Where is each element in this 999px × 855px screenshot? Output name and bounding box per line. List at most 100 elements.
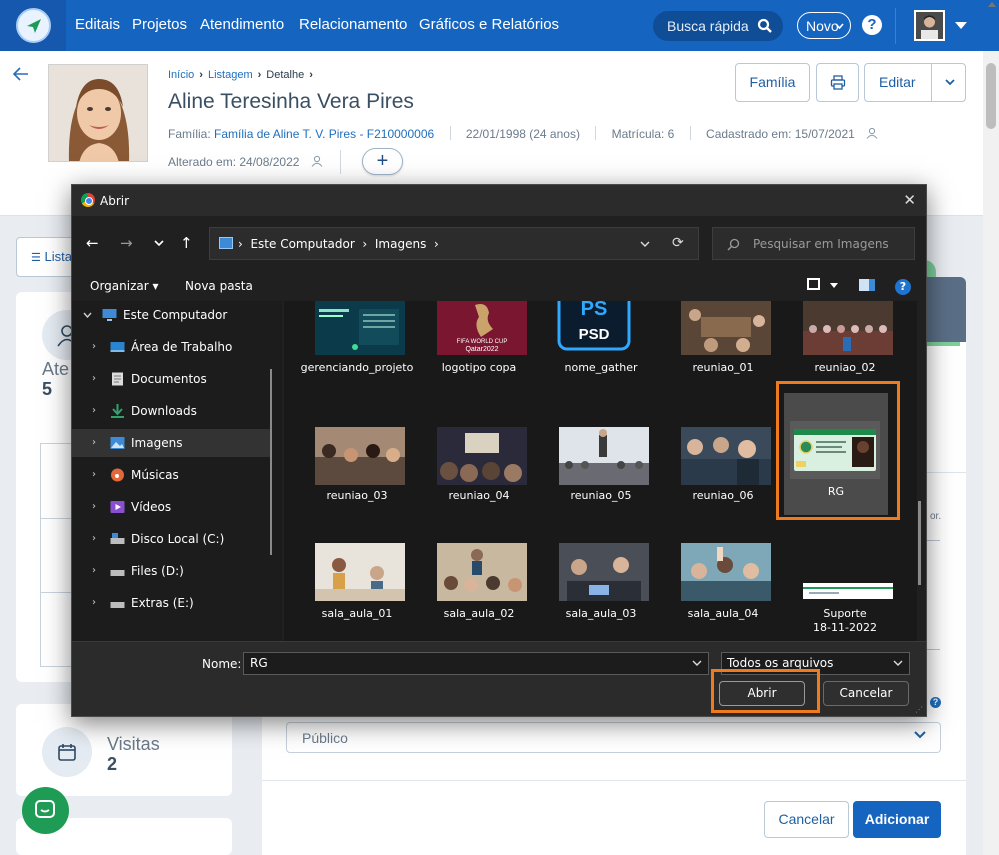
new-folder-button[interactable]: Nova pasta [185, 279, 253, 293]
tree-scrollbar[interactable] [270, 369, 272, 555]
preview-pane-icon[interactable] [859, 279, 875, 291]
file-tile[interactable]: sala_aula_03 [541, 539, 661, 641]
file-tile[interactable]: sala_aula_01 [297, 539, 417, 641]
user-menu-caret-icon[interactable] [955, 22, 967, 29]
path-segment-computer[interactable]: Este Computador [250, 237, 354, 251]
breadcrumb-inicio[interactable]: Início [168, 69, 194, 81]
user-avatar[interactable] [914, 10, 945, 41]
print-button[interactable] [816, 63, 859, 102]
up-arrow-icon[interactable]: ↑ [180, 234, 193, 252]
address-bar[interactable]: › Este Computador › Imagens › ⟳ [209, 227, 699, 260]
tree-item-imagens[interactable]: › Imagens [72, 429, 272, 457]
close-icon[interactable]: ✕ [903, 191, 916, 209]
file-tile[interactable]: reuniao_06 [663, 421, 783, 541]
psd-text: PSD [579, 326, 610, 343]
panel-upload-box[interactable] [926, 540, 940, 650]
chevron-right-icon[interactable]: › [92, 565, 96, 576]
chevron-right-icon[interactable]: › [92, 597, 96, 608]
path-segment-images[interactable]: Imagens [375, 237, 426, 251]
family-button[interactable]: Família [735, 63, 810, 102]
chevron-down-icon[interactable] [154, 240, 164, 247]
nav-editais[interactable]: Editais [75, 16, 120, 33]
list-button[interactable]: ☰ Lista [16, 237, 76, 277]
file-tile[interactable]: Suporte 18-11-2022 [785, 539, 905, 641]
music-icon [111, 468, 124, 482]
tree-label: Este Computador [123, 308, 228, 322]
help-icon[interactable]: ? [930, 697, 941, 708]
chevron-down-icon [914, 731, 926, 739]
file-tile[interactable]: PS PSD nome_gather [541, 301, 661, 405]
forward-icon[interactable]: → [120, 234, 133, 252]
search-icon [727, 238, 740, 251]
scrollbar-thumb[interactable] [986, 63, 996, 129]
quick-search[interactable]: Busca rápida [653, 11, 783, 41]
file-tile[interactable]: gerenciando_projeto [297, 301, 417, 405]
nav-graficos-relatorios[interactable]: Gráficos e Relatórios [419, 16, 559, 33]
tree-item-documentos[interactable]: › Documentos [72, 365, 272, 393]
view-options-caret-icon[interactable] [830, 283, 838, 288]
file-name: reuniao_05 [570, 489, 632, 502]
tree-item-este-computador[interactable]: Este Computador [72, 301, 272, 329]
chevron-down-icon[interactable] [945, 79, 955, 86]
chevron-down-icon[interactable] [83, 312, 92, 318]
chat-button[interactable] [22, 787, 69, 834]
add-button[interactable]: Adicionar [853, 801, 941, 838]
file-name: reuniao_03 [326, 489, 388, 502]
chevron-right-icon[interactable]: › [92, 373, 96, 384]
filename-input[interactable]: RG [243, 652, 709, 675]
family-link[interactable]: Família de Aline T. V. Pires - F21000000… [214, 127, 434, 141]
scroll-up-arrow-icon[interactable] [988, 2, 996, 7]
breadcrumb-listagem[interactable]: Listagem [208, 69, 253, 81]
back-icon[interactable]: ← [86, 234, 99, 252]
file-thumbnail [315, 301, 405, 355]
file-tile[interactable]: reuniao_03 [297, 421, 417, 541]
page-scrollbar[interactable] [983, 51, 999, 855]
publico-select[interactable]: Público [286, 722, 941, 753]
tree-item-musicas[interactable]: › Músicas [72, 461, 272, 489]
file-tile[interactable]: sala_aula_02 [419, 539, 539, 641]
download-icon [111, 404, 124, 418]
resize-grip-icon[interactable]: ⋰ [915, 705, 923, 714]
chevron-right-icon[interactable]: › [92, 469, 96, 480]
view-mode-icon[interactable] [807, 278, 820, 290]
tree-item-files-d[interactable]: › Files (D:) [72, 557, 272, 585]
chevron-right-icon[interactable]: › [92, 437, 96, 448]
chevron-right-icon[interactable]: › [92, 533, 96, 544]
edit-button[interactable]: Editar [864, 63, 966, 102]
file-tile[interactable]: sala_aula_04 [663, 539, 783, 641]
dialog-cancel-button[interactable]: Cancelar [823, 681, 909, 706]
organize-menu[interactable]: Organizar ▾ [90, 279, 159, 293]
back-arrow-icon[interactable] [13, 67, 29, 81]
dialog-titlebar[interactable]: Abrir ✕ [72, 185, 926, 216]
nav-atendimento[interactable]: Atendimento [200, 16, 284, 33]
file-tile[interactable]: reuniao_05 [541, 421, 661, 541]
cancel-button[interactable]: Cancelar [764, 801, 849, 838]
chevron-down-icon [893, 660, 903, 666]
chevron-right-icon[interactable]: › [92, 405, 96, 416]
refresh-icon[interactable]: ⟳ [672, 235, 684, 251]
new-button[interactable]: Novo [797, 12, 851, 39]
file-tile[interactable]: FIFA WORLD CUP Qatar2022 logotipo copa [419, 301, 539, 405]
tree-item-disco-local-c[interactable]: › Disco Local (C:) [72, 525, 272, 553]
navigation-pane: Este Computador › Área de Trabalho › Doc… [72, 301, 282, 641]
file-thumbnail [681, 301, 771, 355]
tree-item-videos[interactable]: › Vídeos [72, 493, 272, 521]
chevron-right-icon[interactable]: › [92, 341, 96, 352]
tree-item-area-de-trabalho[interactable]: › Área de Trabalho [72, 333, 272, 361]
file-grid-scrollbar[interactable] [918, 501, 921, 585]
folder-search-input[interactable]: Pesquisar em Imagens [712, 227, 915, 260]
help-icon[interactable]: ? [895, 279, 911, 295]
tree-item-extras-e[interactable]: › Extras (E:) [72, 589, 272, 617]
chevron-down-icon[interactable] [640, 241, 650, 248]
tree-item-downloads[interactable]: › Downloads [72, 397, 272, 425]
chevron-right-icon[interactable]: › [92, 501, 96, 512]
file-tile[interactable]: reuniao_01 [663, 301, 783, 405]
file-tile[interactable]: reuniao_04 [419, 421, 539, 541]
add-more-button[interactable]: + [362, 148, 403, 175]
nav-relacionamento[interactable]: Relacionamento [299, 16, 407, 33]
nav-projetos[interactable]: Projetos [132, 16, 187, 33]
help-icon[interactable]: ? [862, 15, 882, 35]
logo-area[interactable] [0, 0, 66, 51]
qatar-text: Qatar2022 [465, 346, 498, 353]
chevron-down-icon[interactable] [692, 660, 702, 667]
